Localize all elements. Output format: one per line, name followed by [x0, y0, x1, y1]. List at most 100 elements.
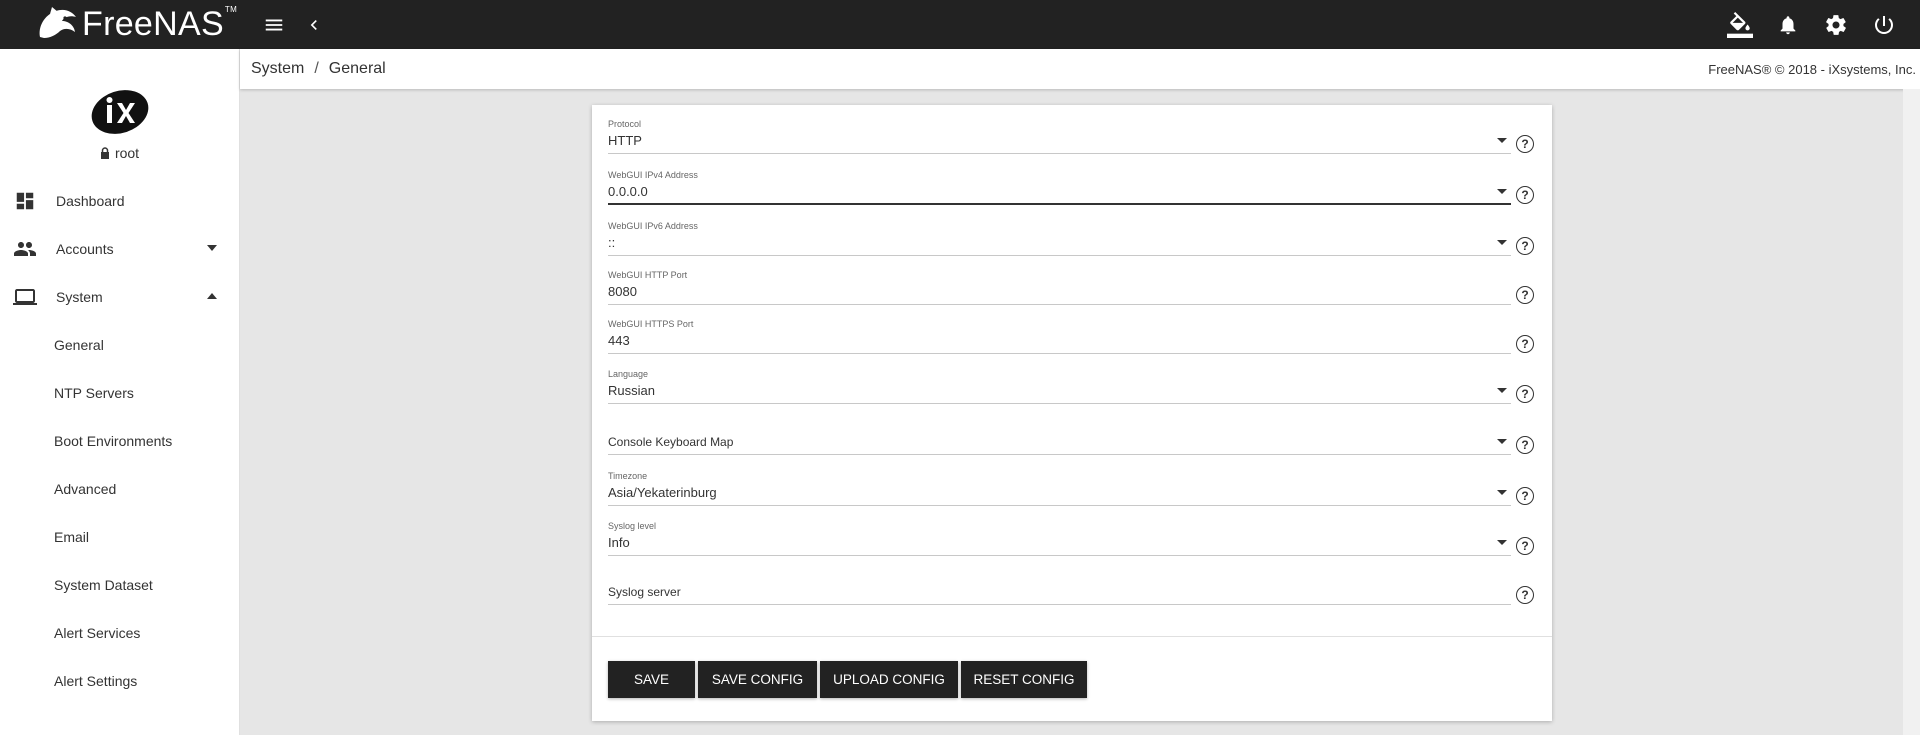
help-icon[interactable]: ?	[1516, 436, 1534, 454]
breadcrumb-separator: /	[314, 60, 319, 77]
copyright-text: FreeNAS® © 2018 - iXsystems, Inc.	[1708, 62, 1916, 77]
username: root	[114, 145, 140, 161]
caret-up-icon	[207, 293, 217, 299]
dropdown-arrow-icon[interactable]	[1497, 388, 1507, 393]
user-menu[interactable]: root	[100, 145, 139, 161]
ipv4-address-select[interactable]: 0.0.0.0	[608, 183, 1511, 205]
syslog-server-input[interactable]: Syslog server	[608, 583, 1511, 605]
help-icon[interactable]: ?	[1516, 237, 1534, 255]
field-value: 443	[608, 333, 630, 348]
help-icon[interactable]: ?	[1516, 335, 1534, 353]
theme-button[interactable]	[1722, 7, 1758, 43]
field-label	[608, 570, 1534, 581]
sidebar-subitem-general[interactable]: General	[0, 321, 239, 369]
caret-down-icon	[207, 245, 217, 251]
freenas-shark-icon	[39, 6, 76, 38]
help-icon[interactable]: ?	[1516, 186, 1534, 204]
menu-icon	[265, 19, 283, 30]
top-bar: FreeNASTM	[0, 0, 1920, 49]
ipv4-address-field[interactable]: WebGUI IPv4 Address 0.0.0.0 ?	[608, 170, 1534, 205]
console-keyboard-map-select[interactable]: Console Keyboard Map	[608, 433, 1511, 455]
help-icon[interactable]: ?	[1516, 385, 1534, 403]
language-field[interactable]: Language Russian ?	[608, 369, 1534, 404]
protocol-select[interactable]: HTTP	[608, 132, 1511, 154]
notifications-button[interactable]	[1770, 7, 1806, 43]
dashboard-icon	[13, 189, 37, 213]
field-label: Timezone	[608, 471, 648, 481]
dropdown-arrow-icon[interactable]	[1497, 540, 1507, 545]
upload-config-button[interactable]: UPLOAD CONFIG	[820, 661, 958, 698]
sidebar-subitem-ntp-servers[interactable]: NTP Servers	[0, 369, 239, 417]
syslog-level-field[interactable]: Syslog level Info ?	[608, 521, 1534, 556]
ipv6-address-field[interactable]: WebGUI IPv6 Address :: ?	[608, 221, 1534, 256]
help-icon[interactable]: ?	[1516, 135, 1534, 153]
sidebar-subitem-alert-services[interactable]: Alert Services	[0, 609, 239, 657]
timezone-field[interactable]: Timezone Asia/Yekaterinburg ?	[608, 471, 1534, 506]
brand-logo[interactable]: FreeNASTM	[0, 0, 240, 49]
user-block: root	[0, 49, 239, 177]
sidebar: root Dashboard Accounts System General N…	[0, 49, 240, 735]
sidebar-subitem-boot-environments[interactable]: Boot Environments	[0, 417, 239, 465]
http-port-input[interactable]: 8080	[608, 283, 1511, 305]
field-placeholder: Syslog server	[608, 585, 681, 599]
field-value: 0.0.0.0	[608, 184, 648, 199]
collapse-sidebar-button[interactable]	[296, 7, 332, 43]
settings-button[interactable]	[1818, 7, 1854, 43]
sidebar-subitem-system-dataset[interactable]: System Dataset	[0, 561, 239, 609]
field-value: ::	[608, 235, 616, 250]
sidebar-subitem-advanced[interactable]: Advanced	[0, 465, 239, 513]
menu-toggle-button[interactable]	[256, 7, 292, 43]
help-icon[interactable]: ?	[1516, 537, 1534, 555]
field-label: WebGUI HTTPS Port	[608, 319, 694, 329]
save-config-button[interactable]: SAVE CONFIG	[698, 661, 817, 698]
people-icon	[13, 237, 37, 261]
dropdown-arrow-icon[interactable]	[1497, 138, 1507, 143]
field-label: Protocol	[608, 119, 642, 129]
sidebar-subitem-email[interactable]: Email	[0, 513, 239, 561]
field-label	[608, 420, 1534, 431]
syslog-level-select[interactable]: Info	[608, 534, 1511, 556]
breadcrumb: System / General FreeNAS® © 2018 - iXsys…	[240, 49, 1920, 89]
power-button[interactable]	[1866, 7, 1902, 43]
gear-icon	[1826, 14, 1846, 35]
help-icon[interactable]: ?	[1516, 586, 1534, 604]
https-port-input[interactable]: 443	[608, 332, 1511, 354]
laptop-icon	[13, 285, 37, 309]
dropdown-arrow-icon[interactable]	[1497, 490, 1507, 495]
form-actions: SAVE SAVE CONFIG UPLOAD CONFIG RESET CON…	[608, 661, 1087, 698]
save-button[interactable]: SAVE	[608, 661, 695, 698]
dropdown-arrow-icon[interactable]	[1497, 189, 1507, 194]
lock-icon	[100, 147, 109, 159]
http-port-field[interactable]: WebGUI HTTP Port 8080 ?	[608, 270, 1534, 305]
dropdown-arrow-icon[interactable]	[1497, 439, 1507, 444]
field-placeholder: Console Keyboard Map	[608, 435, 734, 449]
theme-paint-icon	[1727, 11, 1753, 38]
brand-name: FreeNASTM	[82, 5, 238, 43]
dropdown-arrow-icon[interactable]	[1497, 240, 1507, 245]
sidebar-item-system[interactable]: System	[0, 273, 239, 321]
page-scrollbar[interactable]	[1903, 89, 1920, 735]
sidebar-item-accounts[interactable]: Accounts	[0, 225, 239, 273]
power-icon	[1875, 15, 1893, 34]
timezone-select[interactable]: Asia/Yekaterinburg	[608, 484, 1511, 506]
field-value: HTTP	[608, 133, 642, 148]
sidebar-item-label: System	[56, 289, 103, 305]
protocol-field[interactable]: Protocol HTTP ?	[608, 119, 1534, 154]
field-value: Russian	[608, 383, 655, 398]
chevron-left-icon	[310, 19, 317, 30]
help-icon[interactable]: ?	[1516, 286, 1534, 304]
help-icon[interactable]: ?	[1516, 487, 1534, 505]
https-port-field[interactable]: WebGUI HTTPS Port 443 ?	[608, 319, 1534, 354]
sidebar-subitem-alert-settings[interactable]: Alert Settings	[0, 657, 239, 705]
sidebar-item-dashboard[interactable]: Dashboard	[0, 177, 239, 225]
language-select[interactable]: Russian	[608, 382, 1511, 404]
general-settings-form: Protocol HTTP ? WebGUI IPv4 Address 0.0.…	[592, 105, 1552, 721]
reset-config-button[interactable]: RESET CONFIG	[961, 661, 1087, 698]
field-label: Syslog level	[608, 521, 657, 531]
field-label: Language	[608, 369, 649, 379]
console-keyboard-map-field[interactable]: Console Keyboard Map ?	[608, 420, 1534, 455]
form-divider	[592, 636, 1552, 637]
ipv6-address-select[interactable]: ::	[608, 234, 1511, 256]
syslog-server-field[interactable]: Syslog server ?	[608, 570, 1534, 605]
breadcrumb-parent[interactable]: System	[251, 60, 304, 78]
